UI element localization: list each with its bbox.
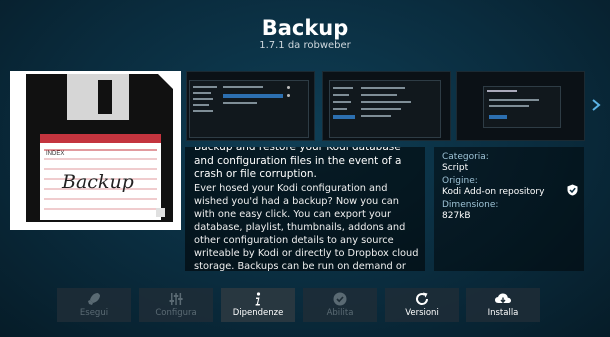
run-button[interactable]: Esegui: [57, 288, 131, 322]
description-body: Ever hosed your Kodi configuration and w…: [194, 182, 419, 272]
addon-icon: INDEX Backup: [10, 71, 181, 230]
configure-button-label: Configura: [155, 308, 197, 318]
screenshot-3[interactable]: [456, 71, 585, 141]
size-label: Dimensione:: [442, 200, 499, 210]
versions-button-label: Versioni: [405, 308, 439, 318]
verified-shield-icon: [567, 184, 578, 196]
info-panel: Categoria: Script Origine: Kodi Add-on r…: [434, 147, 584, 271]
screenshot-1[interactable]: [186, 71, 315, 141]
screenshot-2[interactable]: [322, 71, 451, 141]
sliders-icon: [169, 293, 183, 305]
category-label: Categoria:: [442, 152, 489, 162]
install-button[interactable]: Installa: [466, 288, 540, 322]
category-value: Script: [442, 163, 469, 173]
configure-button[interactable]: Configura: [139, 288, 213, 322]
install-button-label: Installa: [487, 308, 519, 318]
origin-value: Kodi Add-on repository: [442, 187, 545, 197]
size-value: 827kB: [442, 211, 471, 221]
info-icon: [255, 292, 261, 306]
addon-title: Backup: [261, 16, 349, 40]
versions-button[interactable]: Versioni: [385, 288, 459, 322]
run-button-label: Esegui: [79, 308, 109, 318]
description-panel[interactable]: Backup and restore your Kodi database an…: [185, 147, 425, 271]
enable-button-label: Abilita: [326, 308, 354, 318]
icon-index-text: INDEX: [46, 151, 64, 157]
description-lead: Backup and restore your Kodi database an…: [194, 147, 402, 180]
cloud-download-icon: [495, 293, 511, 304]
rocket-icon: [88, 293, 100, 305]
refresh-icon: [416, 292, 429, 305]
check-circle-icon: [333, 292, 347, 306]
dependencies-button[interactable]: Dipendenze: [221, 288, 295, 322]
origin-label: Origine:: [442, 176, 478, 186]
enable-button[interactable]: Abilita: [303, 288, 377, 322]
icon-backup-text: Backup: [61, 171, 134, 193]
chevron-right-icon[interactable]: [589, 97, 603, 113]
addon-version-author: 1.7.1 da robweber: [259, 40, 351, 51]
dependencies-button-label: Dipendenze: [232, 308, 284, 318]
